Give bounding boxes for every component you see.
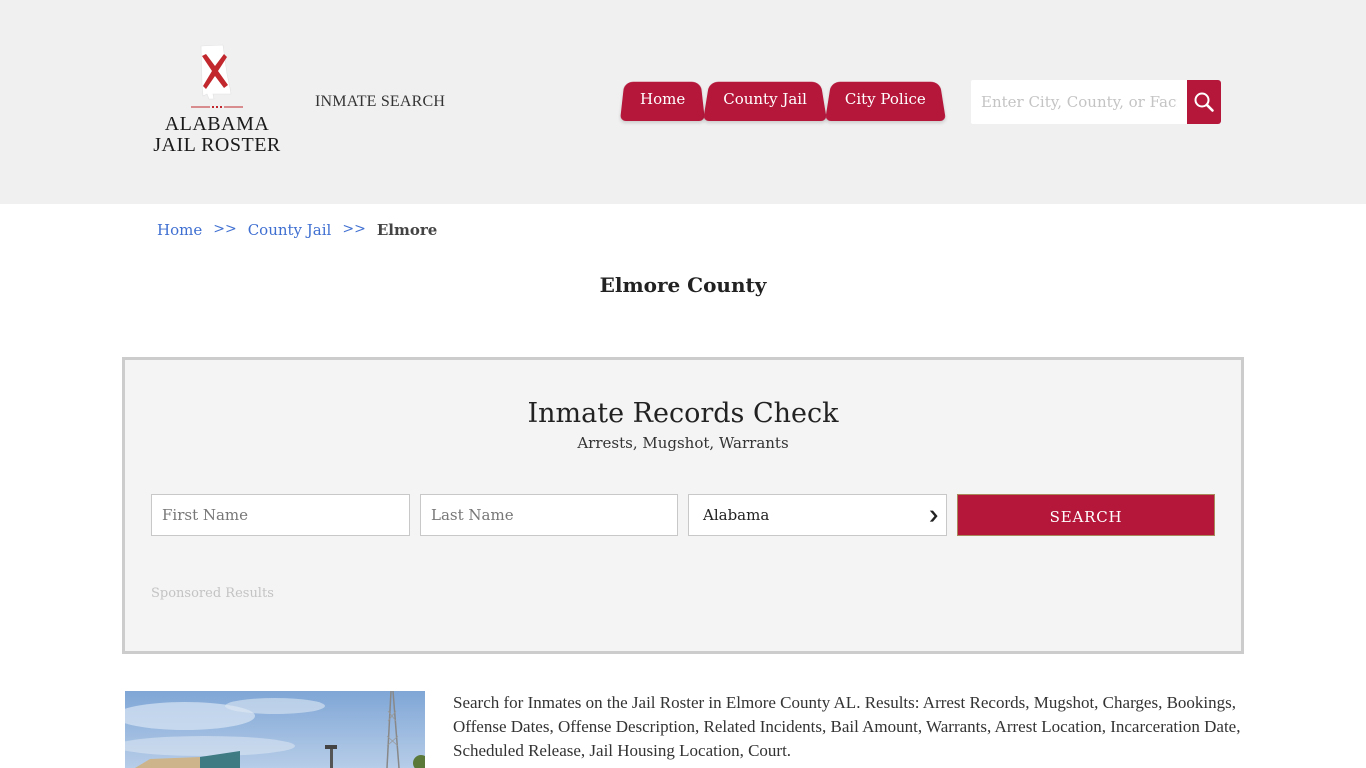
- site-header: ALABAMA JAIL ROSTER INMATE SEARCH Home C…: [0, 0, 1366, 204]
- panel-title: Inmate Records Check: [527, 398, 839, 429]
- county-description: Search for Inmates on the Jail Roster in…: [453, 693, 1241, 760]
- nav-tab-label: City Police: [844, 90, 926, 108]
- inmate-search-link[interactable]: INMATE SEARCH: [315, 93, 445, 111]
- facility-search-input[interactable]: [971, 80, 1187, 124]
- breadcrumb: Home >> County Jail >> Elmore: [157, 221, 437, 239]
- first-name-input[interactable]: [151, 494, 410, 536]
- facility-search-button[interactable]: [1187, 80, 1221, 124]
- breadcrumb-separator: >>: [213, 221, 237, 237]
- chevron-down-icon: ❯: [927, 508, 940, 522]
- nav-tab-label: County Jail: [723, 90, 807, 108]
- state-select[interactable]: Alabama ❯: [688, 494, 947, 536]
- nav-tab-county-jail[interactable]: County Jail: [703, 77, 827, 121]
- logo-text-line1: ALABAMA: [164, 113, 270, 135]
- facility-photo: [125, 691, 425, 768]
- facility-photo-illustration: [125, 691, 425, 768]
- breadcrumb-current: Elmore: [376, 221, 438, 239]
- main-nav: Home County Jail City Police: [620, 77, 944, 121]
- search-icon: [1194, 92, 1214, 112]
- site-logo[interactable]: ALABAMA JAIL ROSTER: [150, 42, 284, 162]
- breadcrumb-home[interactable]: Home: [157, 221, 202, 239]
- state-select-value: Alabama: [703, 506, 770, 524]
- nav-tab-home[interactable]: Home: [620, 77, 705, 121]
- logo-text: ALABAMA JAIL ROSTER: [150, 114, 284, 156]
- alabama-flag-map-icon: [200, 44, 232, 100]
- records-search-button[interactable]: SEARCH: [957, 494, 1215, 536]
- nav-tab-label: Home: [640, 90, 686, 108]
- logo-text-line2: JAIL ROSTER: [153, 134, 281, 156]
- inmate-records-panel: Inmate Records Check Arrests, Mugshot, W…: [122, 357, 1244, 654]
- logo-divider: [191, 106, 243, 108]
- breadcrumb-county-jail[interactable]: County Jail: [248, 221, 332, 239]
- facility-search: [971, 80, 1221, 124]
- breadcrumb-separator: >>: [342, 221, 366, 237]
- sponsored-results-label: Sponsored Results: [151, 586, 274, 601]
- nav-tab-city-police[interactable]: City Police: [825, 77, 946, 121]
- last-name-input[interactable]: [420, 494, 678, 536]
- page-title: Elmore County: [599, 273, 767, 297]
- panel-subtitle: Arrests, Mugshot, Warrants: [577, 434, 789, 452]
